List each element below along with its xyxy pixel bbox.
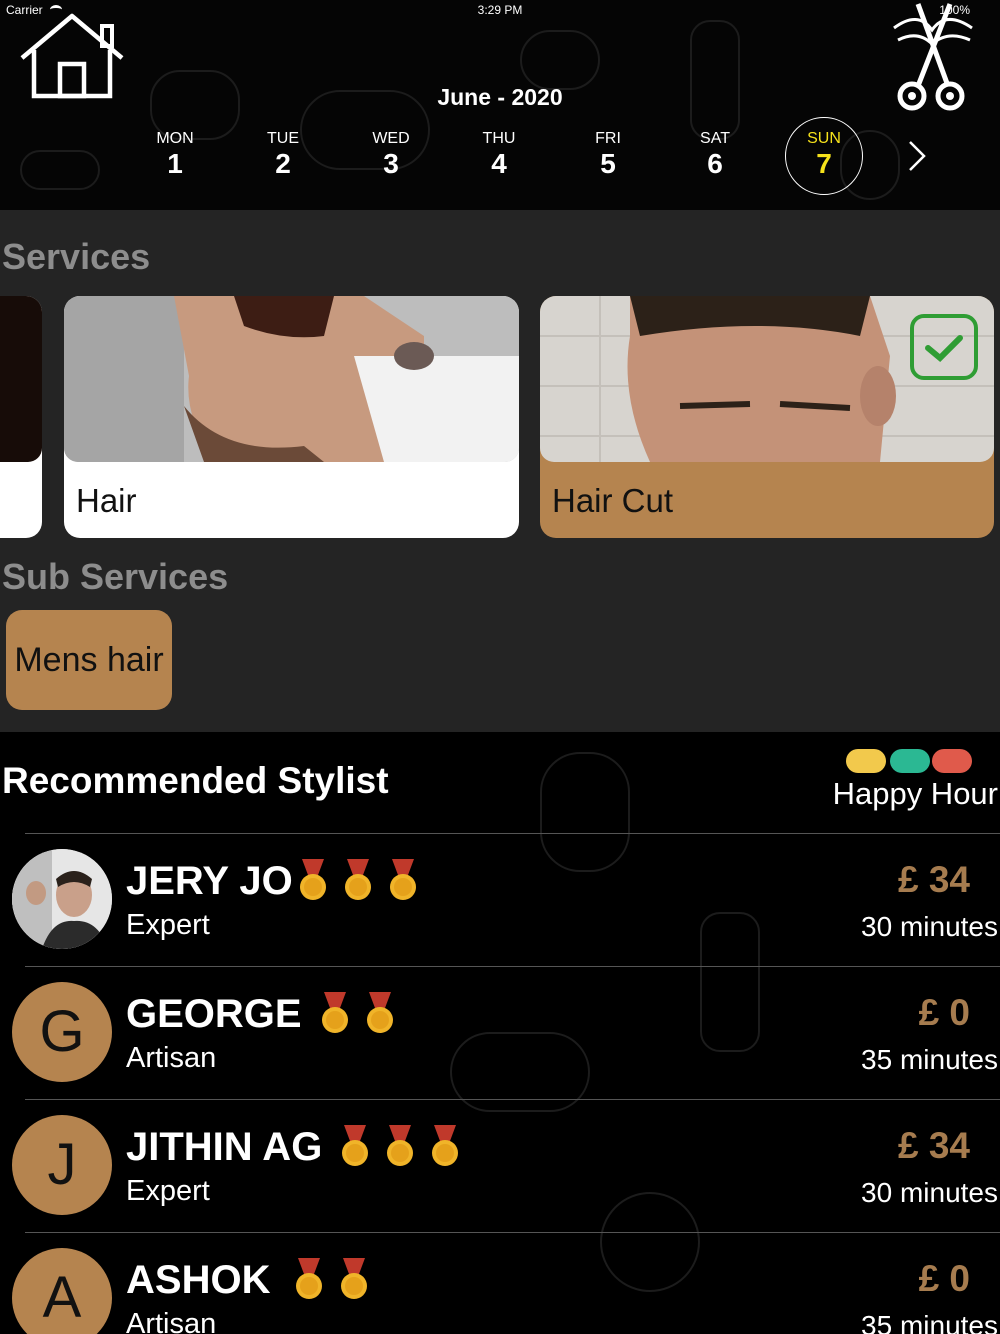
medal-group (296, 859, 431, 903)
medal-icon (386, 859, 420, 903)
checkmark-icon (910, 314, 978, 380)
medal-icon (338, 1125, 372, 1169)
service-card-partial[interactable] (0, 296, 42, 538)
service-card-hair-cut[interactable]: Hair Cut (540, 296, 994, 538)
day-number: 3 (383, 148, 399, 179)
stylist-name: ASHOK (126, 1258, 271, 1302)
medal-group (292, 1258, 382, 1302)
stylist-duration: 35 minutes (861, 1310, 998, 1334)
stylist-level: Artisan (126, 1042, 217, 1074)
sub-service-chip[interactable]: Mens hair (6, 610, 172, 710)
service-card-hair[interactable]: Hair (64, 296, 519, 538)
medal-group (318, 992, 408, 1036)
stylist-price: £ 0 (918, 1258, 970, 1299)
medal-icon (383, 1125, 417, 1169)
stylist-duration: 30 minutes (861, 911, 998, 942)
medal-icon (363, 992, 397, 1036)
stylist-row[interactable]: J JITHIN AG Expert £ 34 30 minutes (0, 1099, 1000, 1232)
medal-icon (428, 1125, 462, 1169)
row-divider (25, 1232, 1000, 1233)
stylist-name: JITHIN AG (126, 1125, 323, 1169)
medal-group (338, 1125, 473, 1169)
stylist-price: £ 0 (918, 992, 970, 1033)
service-photo (0, 296, 42, 462)
stylist-name: JERY JO (126, 859, 293, 903)
day-number: 4 (491, 148, 507, 179)
stylist-price: £ 34 (897, 859, 970, 900)
day-mon[interactable]: MON 1 (135, 118, 215, 198)
stylist-name: GEORGE (126, 992, 302, 1036)
stylist-level: Expert (126, 909, 210, 941)
day-fri[interactable]: FRI 5 (568, 118, 648, 198)
sub-services-title: Sub Services (2, 556, 229, 597)
service-label: Hair (76, 482, 137, 519)
day-of-week: THU (482, 130, 516, 147)
day-number: 7 (816, 148, 832, 179)
stylist-section: Recommended Stylist Happy Hour JERY JO E… (0, 732, 1000, 1334)
day-of-week: SUN (807, 130, 841, 147)
stylist-avatar: J (12, 1115, 112, 1215)
stylist-avatar (12, 849, 112, 949)
top-header: Carrier 3:29 PM 100% June - 2020 MON 1 T… (0, 0, 1000, 210)
legend-dot-red (932, 749, 972, 773)
status-bar: Carrier 3:29 PM 100% (0, 3, 1000, 19)
day-of-week: FRI (595, 130, 621, 147)
legend-dot-yellow (846, 749, 886, 773)
day-of-week: TUE (267, 130, 299, 147)
medal-icon (337, 1258, 371, 1302)
row-divider (25, 966, 1000, 967)
background-doodle (520, 30, 600, 90)
service-label: Hair Cut (552, 482, 674, 519)
happy-hour-legend (846, 749, 972, 773)
day-thu[interactable]: THU 4 (459, 118, 539, 198)
month-label: June - 2020 (437, 84, 563, 110)
legend-dot-green (890, 749, 930, 773)
day-number: 5 (600, 148, 616, 179)
stylist-duration: 30 minutes (861, 1177, 998, 1208)
stylist-price: £ 34 (897, 1125, 970, 1166)
stylist-row[interactable]: A ASHOK Artisan £ 0 35 minutes (0, 1232, 1000, 1334)
happy-hour-label: Happy Hour (832, 776, 998, 811)
stylist-avatar: G (12, 982, 112, 1082)
row-divider (25, 1099, 1000, 1100)
day-sat[interactable]: SAT 6 (675, 118, 755, 198)
day-wed[interactable]: WED 3 (351, 118, 431, 198)
service-photo (64, 296, 519, 462)
day-tue[interactable]: TUE 2 (243, 118, 323, 198)
medal-icon (292, 1258, 326, 1302)
stylist-duration: 35 minutes (861, 1044, 998, 1075)
services-panel: Services Hair Hair Cut Sub Services Mens… (0, 210, 1000, 732)
stylist-avatar: A (12, 1248, 112, 1334)
background-doodle (20, 150, 100, 190)
recommended-stylist-title: Recommended Stylist (2, 760, 389, 801)
day-number: 1 (167, 148, 183, 179)
day-number: 2 (275, 148, 291, 179)
day-of-week: MON (156, 130, 194, 147)
day-of-week: WED (372, 130, 410, 147)
stylist-row[interactable]: JERY JO Expert £ 34 30 minutes (0, 833, 1000, 966)
stylist-level: Artisan (126, 1308, 217, 1334)
day-of-week: SAT (700, 130, 730, 147)
medal-icon (318, 992, 352, 1036)
row-divider (25, 833, 1000, 834)
chevron-right-icon[interactable] (902, 138, 932, 174)
day-number: 6 (707, 148, 723, 179)
medal-icon (296, 859, 330, 903)
day-sun-selected[interactable]: SUN 7 (785, 117, 863, 195)
status-time: 3:29 PM (477, 3, 523, 17)
medal-icon (341, 859, 375, 903)
stylist-row[interactable]: G GEORGE Artisan £ 0 35 minutes (0, 966, 1000, 1099)
stylist-level: Expert (126, 1175, 210, 1207)
services-title: Services (2, 236, 151, 277)
